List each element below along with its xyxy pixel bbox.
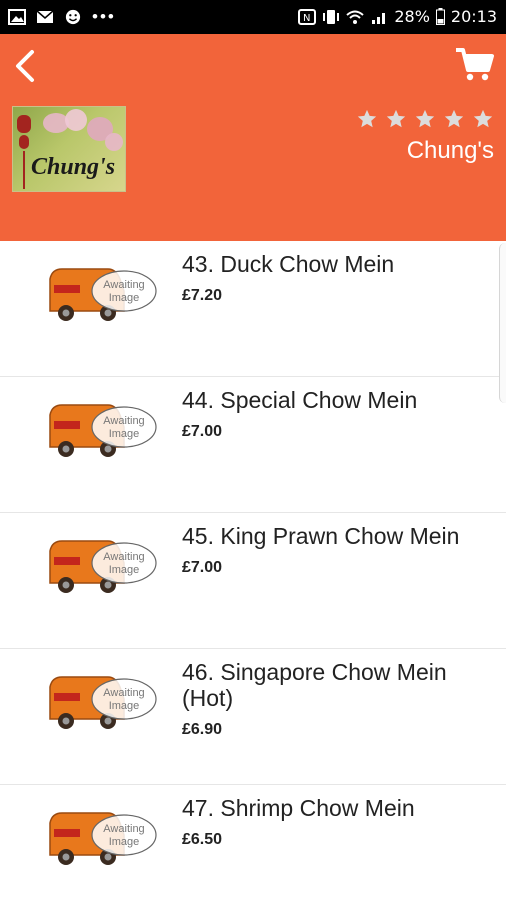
awaiting-text-line1: Awaiting xyxy=(103,279,144,291)
status-left: ••• xyxy=(8,7,116,27)
battery-icon xyxy=(435,8,445,25)
item-name: 43. Duck Chow Mein xyxy=(182,251,395,277)
item-name: 46. Singapore Chow Mein (Hot) xyxy=(182,659,447,711)
awaiting-image-van-icon: Awaiting Image xyxy=(49,540,157,593)
menu-item[interactable]: Awaiting Image 46. Singapore Chow Mein (… xyxy=(0,649,506,785)
star-icon xyxy=(386,109,406,128)
star-icon xyxy=(444,109,464,128)
battery-percent: 28% xyxy=(394,7,430,26)
awaiting-text-line2: Image xyxy=(109,564,140,576)
awaiting-text-line2: Image xyxy=(109,292,140,304)
app-header: Chung's Chung's xyxy=(0,34,506,241)
item-price: £7.20 xyxy=(182,287,223,304)
star-icon xyxy=(415,109,435,128)
item-price: £7.00 xyxy=(182,559,223,576)
shop-name: Chung's xyxy=(406,137,494,164)
clock: 20:13 xyxy=(450,7,497,26)
awaiting-image-van-icon: Awaiting Image xyxy=(49,676,157,729)
status-right: N 28% 20:13 xyxy=(298,7,497,26)
cart-icon[interactable] xyxy=(454,46,494,82)
awaiting-text-line1: Awaiting xyxy=(103,823,144,835)
rating-stars xyxy=(356,108,494,130)
menu-item[interactable]: Awaiting Image 44. Special Chow Mein £7.… xyxy=(0,377,506,513)
item-name: 47. Shrimp Chow Mein xyxy=(182,795,415,821)
awaiting-text-line2: Image xyxy=(109,836,140,848)
star-icon xyxy=(357,109,377,128)
scrollbar[interactable] xyxy=(499,243,506,403)
awaiting-text-line2: Image xyxy=(109,700,140,712)
awaiting-text-line1: Awaiting xyxy=(103,551,144,563)
more-notifications-indicator: ••• xyxy=(92,7,116,26)
awaiting-text-line2: Image xyxy=(109,428,140,440)
item-price: £6.90 xyxy=(182,721,223,738)
star-icon xyxy=(473,109,493,128)
menu-item[interactable]: Awaiting Image 43. Duck Chow Mein £7.20 xyxy=(0,241,506,377)
menu-item[interactable]: Awaiting Image 45. King Prawn Chow Mein … xyxy=(0,513,506,649)
awaiting-image-van-icon: Awaiting Image xyxy=(49,268,157,321)
awaiting-text-line1: Awaiting xyxy=(103,415,144,427)
vibrate-icon xyxy=(323,9,340,24)
awaiting-text-line1: Awaiting xyxy=(103,687,144,699)
item-name: 44. Special Chow Mein xyxy=(182,387,418,413)
mail-notification-icon xyxy=(36,10,54,23)
item-name: 45. King Prawn Chow Mein xyxy=(182,523,460,549)
status-bar: ••• N 28% 20:13 xyxy=(0,0,506,34)
restaurant-logo: Chung's xyxy=(12,106,126,192)
nfc-icon: N xyxy=(298,8,317,25)
back-arrow-icon[interactable] xyxy=(10,48,40,84)
wifi-icon xyxy=(346,10,364,24)
item-price: £6.50 xyxy=(182,831,223,848)
awaiting-image-van-icon: Awaiting Image xyxy=(49,404,157,457)
menu-item[interactable]: Awaiting Image 47. Shrimp Chow Mein £6.5… xyxy=(0,785,506,900)
signal-icon xyxy=(372,12,386,24)
logo-text: Chung's xyxy=(31,154,116,180)
gallery-notification-icon xyxy=(8,9,26,25)
menu-list: Awaiting Image 43. Duck Chow Mein £7.20 … xyxy=(0,241,506,900)
item-price: £7.00 xyxy=(182,423,223,440)
awaiting-image-van-icon: Awaiting Image xyxy=(49,812,157,865)
smiley-notification-icon xyxy=(65,9,81,25)
svg-text:N: N xyxy=(303,13,310,24)
